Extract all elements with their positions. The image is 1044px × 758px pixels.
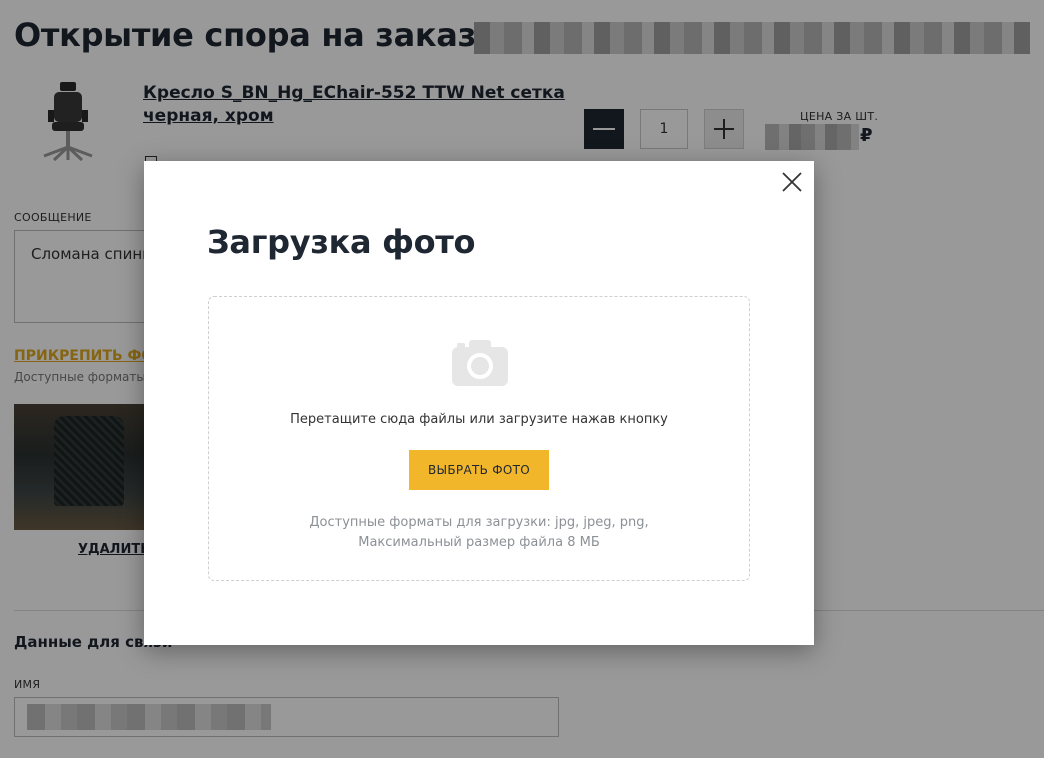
upload-photo-modal: Загрузка фото Перетащите сюда файлы или … [144, 161, 814, 645]
photo-dropzone[interactable]: Перетащите сюда файлы или загрузите нажа… [208, 296, 750, 581]
drop-instructions: Перетащите сюда файлы или загрузите нажа… [290, 412, 668, 427]
close-icon[interactable] [780, 170, 804, 194]
allowed-formats-text: Доступные форматы для загрузки: jpg, jpe… [309, 515, 649, 530]
max-size-text: Максимальный размер файла 8 МБ [358, 535, 600, 550]
camera-icon [452, 340, 508, 386]
modal-title: Загрузка фото [207, 223, 476, 261]
choose-photo-button[interactable]: ВЫБРАТЬ ФОТО [409, 450, 549, 490]
